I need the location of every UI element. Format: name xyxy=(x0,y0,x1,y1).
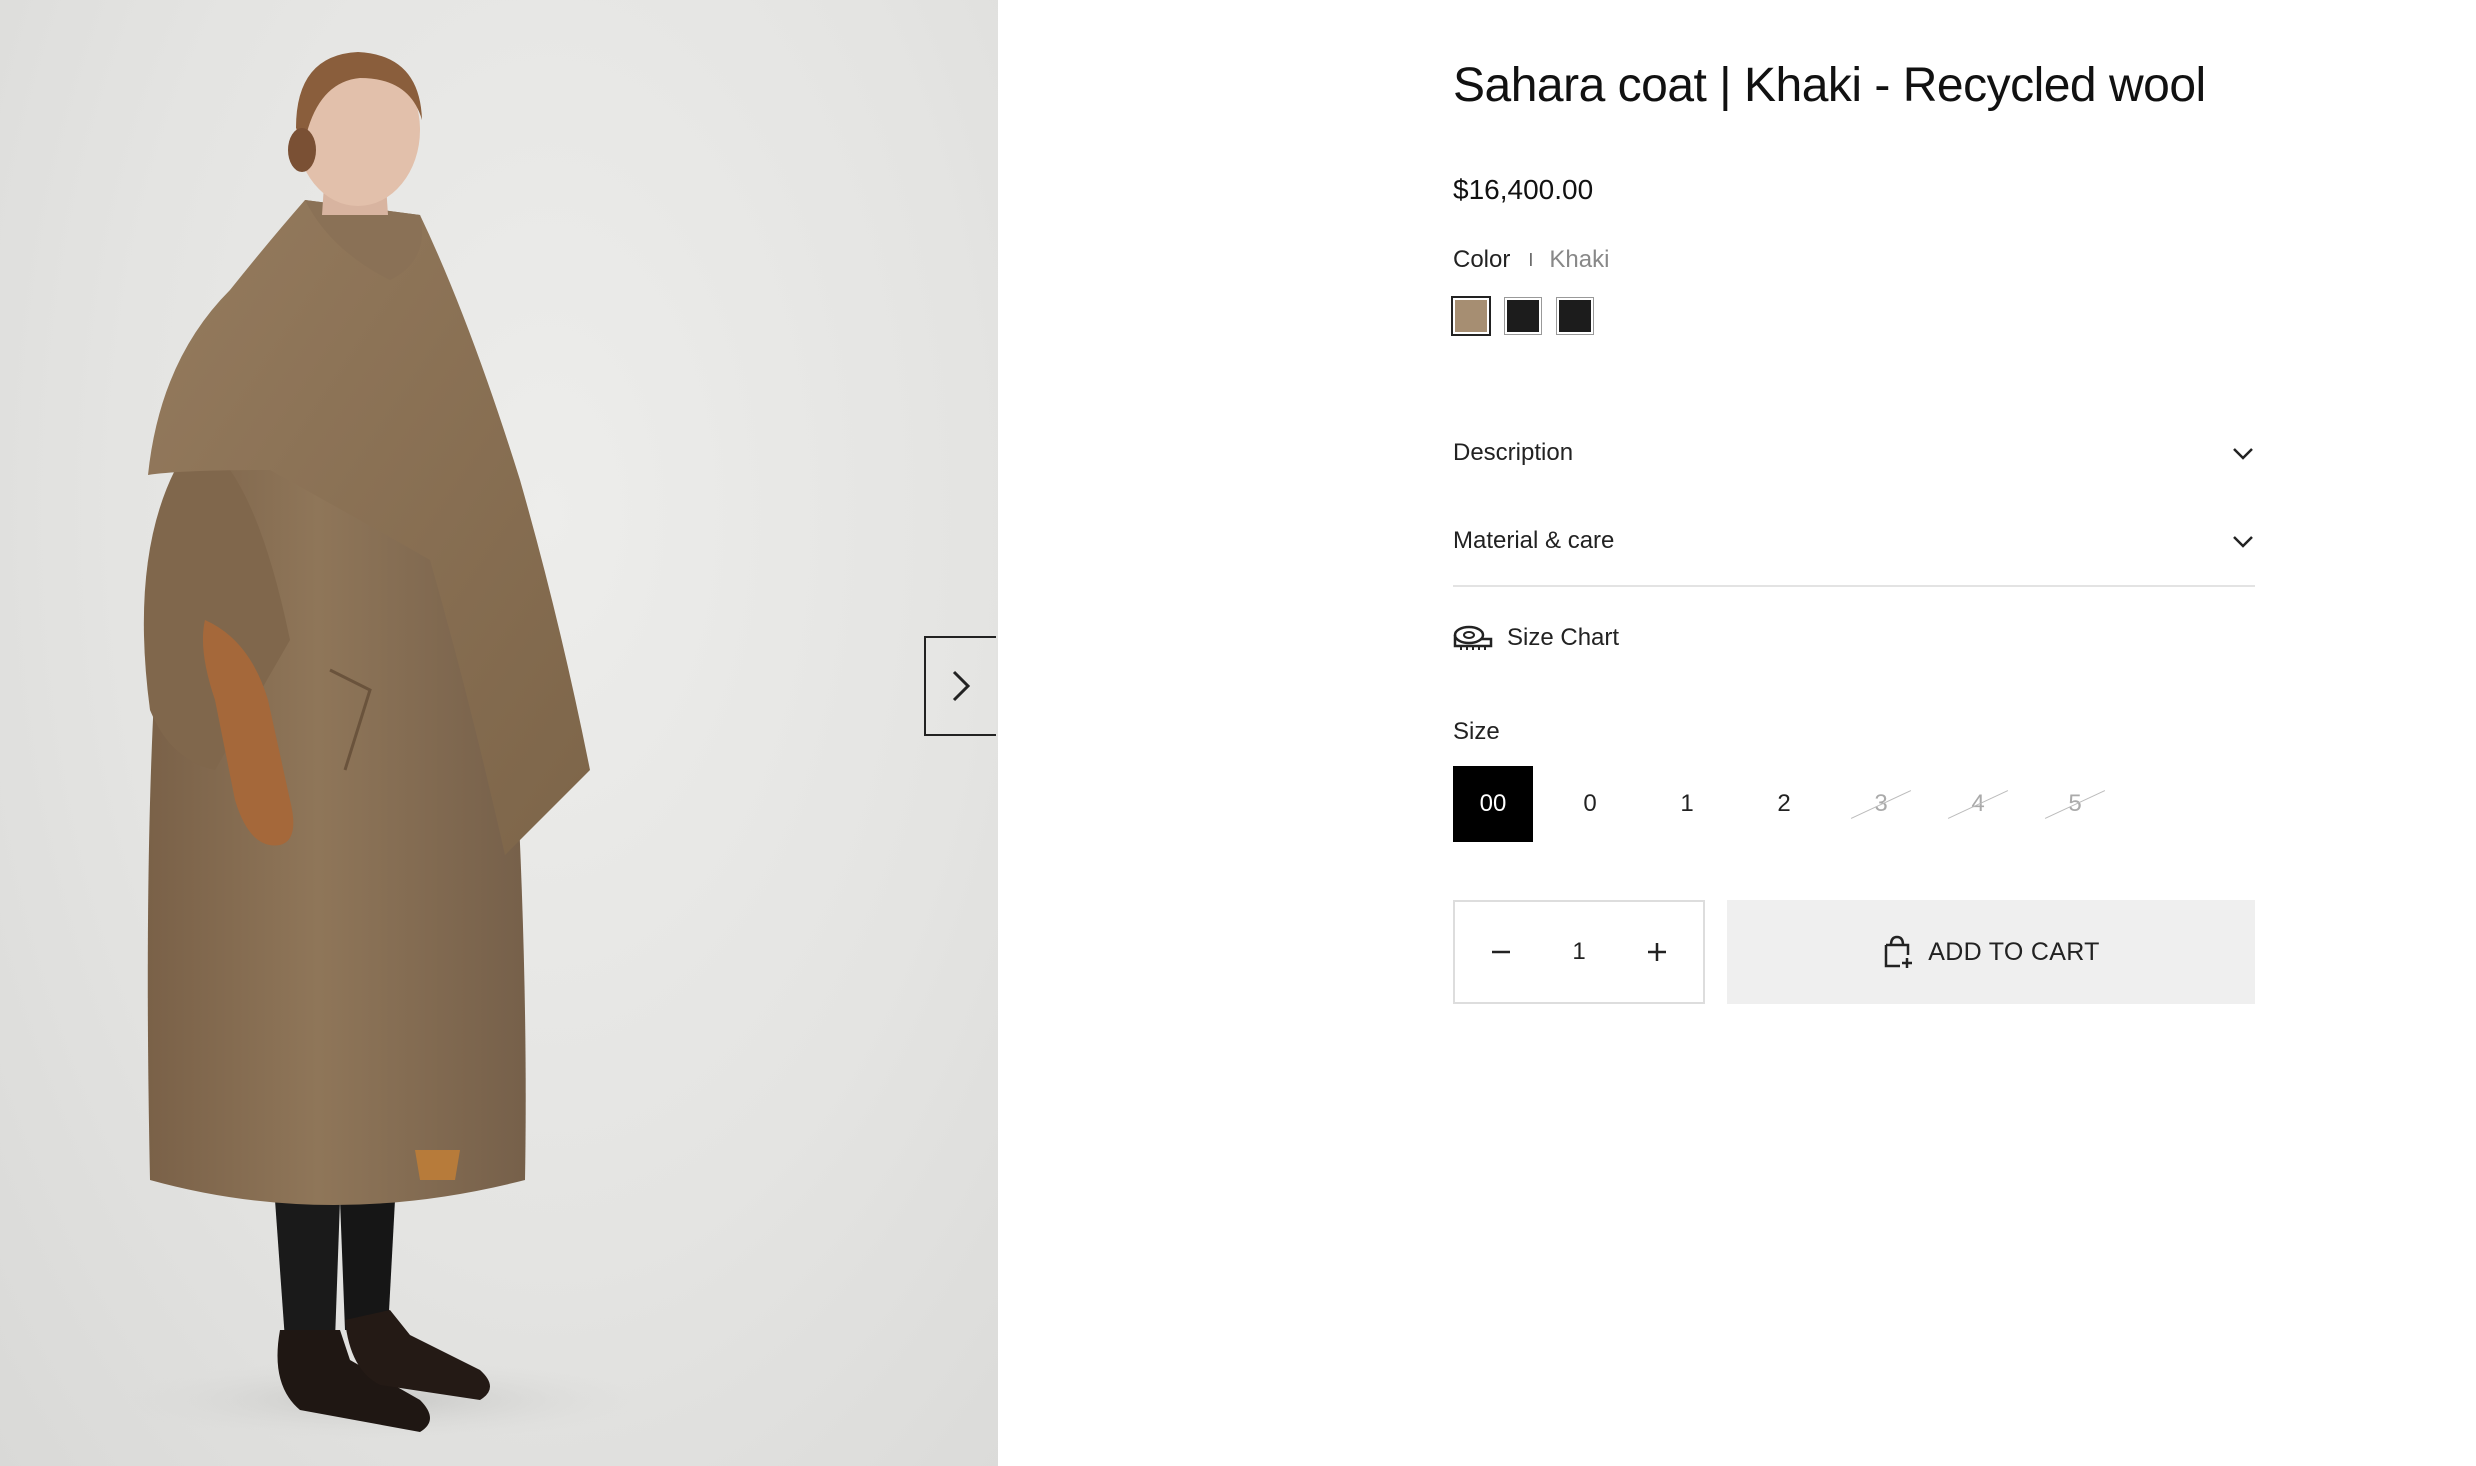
size-chart-label: Size Chart xyxy=(1507,624,1620,651)
product-price: $16,400.00 xyxy=(1453,174,1594,205)
minus-icon xyxy=(1492,950,1510,954)
selected-color-value: Khaki xyxy=(1549,246,1610,273)
description-label: Description xyxy=(1453,439,1574,466)
chevron-down-icon xyxy=(2233,448,2253,460)
size-option-5[interactable]: 5 xyxy=(2035,766,2115,842)
size-options: 00 0 1 2 3 4 5 xyxy=(1453,766,2132,842)
product-photo xyxy=(120,52,640,1440)
color-label: Color xyxy=(1453,246,1511,273)
color-swatches xyxy=(1451,296,1594,336)
size-chart-link[interactable]: Size Chart xyxy=(1453,624,1619,652)
swatch-khaki[interactable] xyxy=(1451,296,1491,336)
chevron-down-icon xyxy=(2233,536,2253,548)
increase-quantity-button[interactable] xyxy=(1637,932,1677,972)
swatch-black-2[interactable] xyxy=(1556,297,1594,335)
size-option-3[interactable]: 3 xyxy=(1841,766,1921,842)
measuring-tape-icon xyxy=(1453,625,1493,650)
size-option-00[interactable]: 00 xyxy=(1453,766,1533,842)
swatch-black[interactable] xyxy=(1504,297,1542,335)
add-to-cart-button[interactable]: ADD TO CART xyxy=(1727,900,2255,1004)
color-selector-label: Color I Khaki xyxy=(1453,246,1609,274)
quantity-value[interactable]: 1 xyxy=(1572,938,1585,966)
description-accordion[interactable]: Description xyxy=(1453,409,2255,497)
chevron-right-icon xyxy=(952,670,971,702)
shopping-bag-add-icon xyxy=(1885,935,1913,968)
add-to-cart-label: ADD TO CART xyxy=(1928,937,2100,966)
size-option-2[interactable]: 2 xyxy=(1744,766,1824,842)
product-title: Sahara coat | Khaki - Recycled wool xyxy=(1453,59,2206,112)
quantity-stepper: 1 xyxy=(1453,900,1705,1004)
next-image-button[interactable] xyxy=(924,636,996,736)
material-care-accordion[interactable]: Material & care xyxy=(1453,497,2255,587)
material-care-label: Material & care xyxy=(1453,527,1615,554)
size-option-0[interactable]: 0 xyxy=(1550,766,1630,842)
size-option-4[interactable]: 4 xyxy=(1938,766,2018,842)
size-label: Size xyxy=(1453,718,1500,745)
decrease-quantity-button[interactable] xyxy=(1481,932,1521,972)
product-image-gallery xyxy=(0,0,998,1466)
size-option-1[interactable]: 1 xyxy=(1647,766,1727,842)
color-separator: I xyxy=(1528,249,1534,270)
plus-icon xyxy=(1647,943,1666,961)
